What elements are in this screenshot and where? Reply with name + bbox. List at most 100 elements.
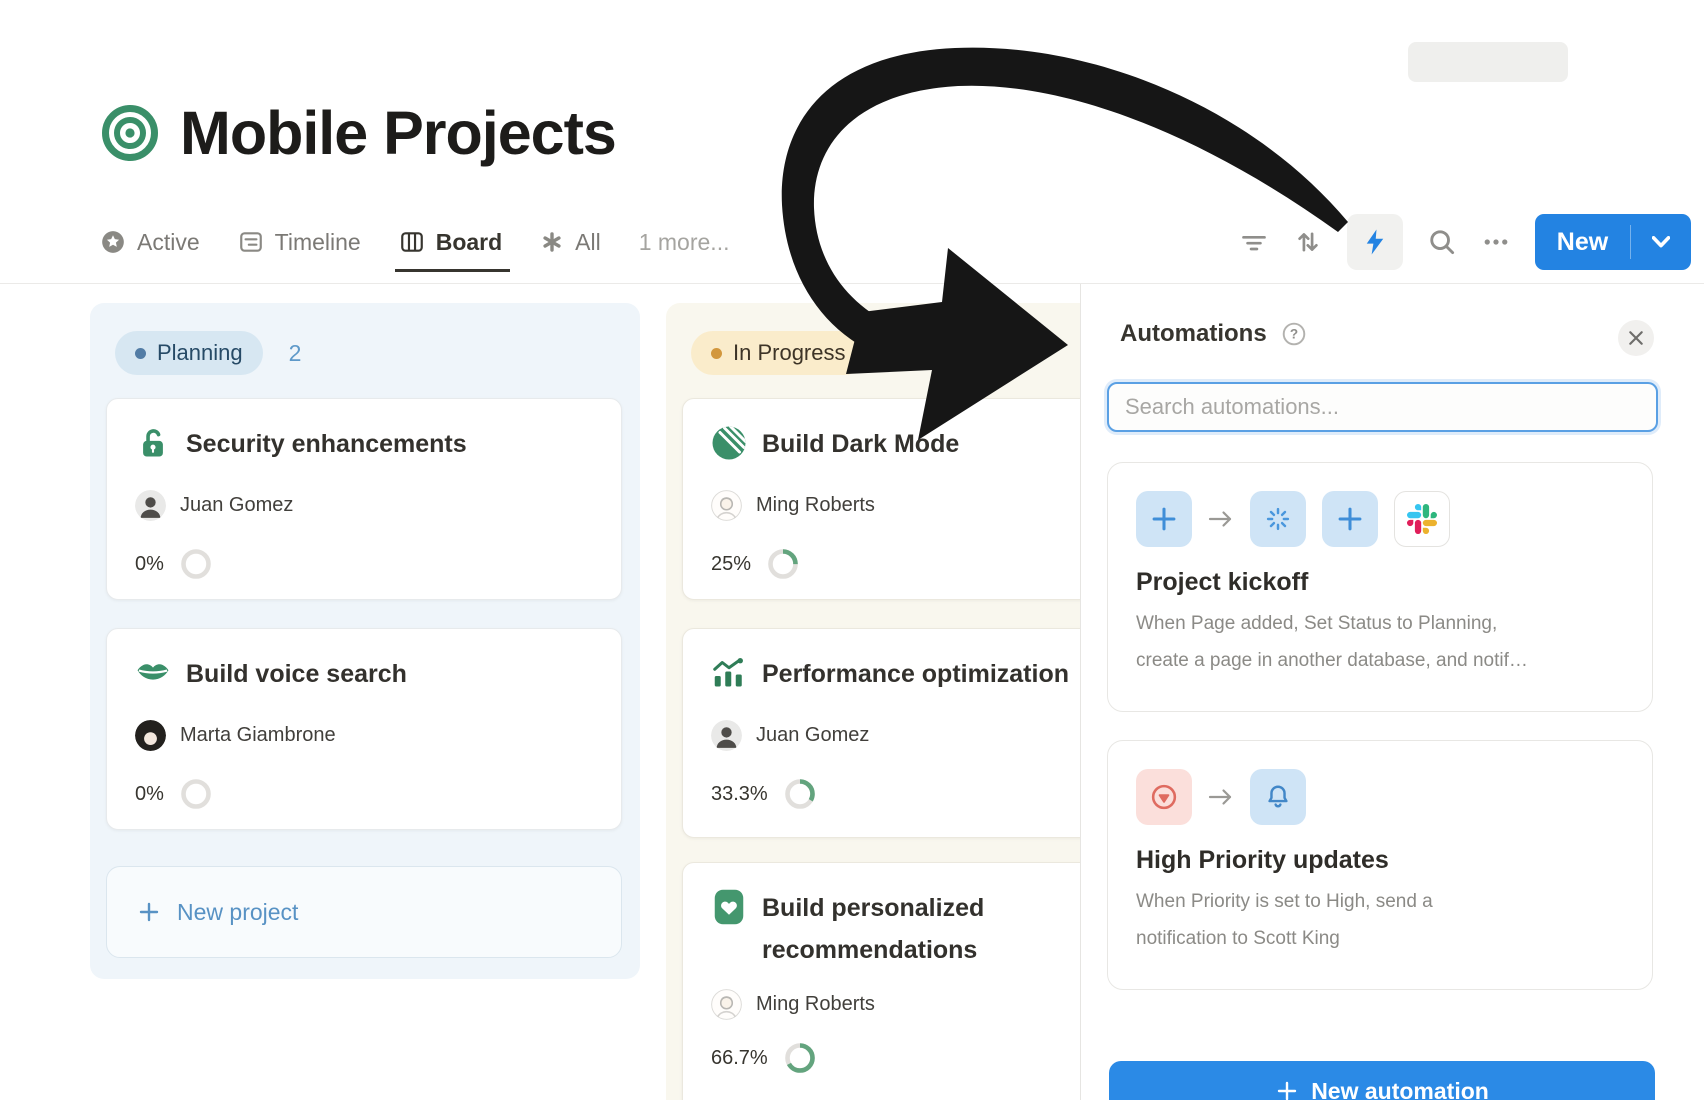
automation-card[interactable]: High Priority updates When Priority is s… xyxy=(1107,740,1653,990)
tab-label: Active xyxy=(137,229,200,256)
search-automations-input[interactable] xyxy=(1107,382,1658,432)
description-line: When Page added, Set Status to Planning, xyxy=(1136,605,1624,642)
new-button[interactable]: New xyxy=(1535,214,1691,270)
slack-icon xyxy=(1407,504,1437,534)
lightning-bolt-icon xyxy=(1360,227,1390,257)
page-title: Mobile Projects xyxy=(180,98,616,168)
heart-icon xyxy=(711,889,747,925)
card-title: Build personalized recommendations xyxy=(762,887,1080,971)
view-tabs: Active Timeline Board xyxy=(100,212,729,272)
filter-button[interactable] xyxy=(1239,227,1269,257)
notification-tile xyxy=(1250,769,1306,825)
avatar xyxy=(135,720,166,751)
view-controls: New xyxy=(1239,212,1691,272)
project-card[interactable]: Build voice search Marta Giambrone 0% xyxy=(106,628,622,830)
assignee-name: Juan Gomez xyxy=(180,494,293,517)
dark-mode-icon xyxy=(711,425,747,461)
progress-ring xyxy=(180,548,212,580)
project-card[interactable]: Build Dark Mode Ming Roberts 25% xyxy=(682,398,1080,600)
description-line: notification to Scott King xyxy=(1136,920,1624,957)
close-panel-button[interactable] xyxy=(1618,320,1654,356)
arrow-right-icon xyxy=(1208,508,1234,530)
panel-header: Automations ? xyxy=(1120,320,1307,348)
bullseye-page-icon[interactable] xyxy=(101,104,159,162)
assignee-name: Ming Roberts xyxy=(756,494,875,517)
star-circle-icon xyxy=(100,229,126,255)
automation-card[interactable]: Project kickoff When Page added, Set Sta… xyxy=(1107,462,1653,712)
add-page-tile xyxy=(1322,491,1378,547)
status-badge-planning[interactable]: Planning xyxy=(115,331,263,375)
board-columns-icon xyxy=(399,229,425,255)
priority-tile xyxy=(1136,769,1192,825)
lips-icon xyxy=(135,655,171,691)
bell-icon xyxy=(1264,783,1292,811)
progress-label: 0% xyxy=(135,783,164,806)
tab-active-view[interactable]: Active xyxy=(100,229,200,256)
status-badge-in-progress[interactable]: In Progress xyxy=(691,331,866,375)
project-card[interactable]: Performance optimization Juan Gomez 33.3… xyxy=(682,628,1080,838)
progress-ring xyxy=(180,778,212,810)
avatar xyxy=(711,490,742,521)
status-label: Planning xyxy=(157,340,243,366)
progress-ring xyxy=(767,548,799,580)
assignee-name: Juan Gomez xyxy=(756,724,869,747)
search-button[interactable] xyxy=(1427,227,1457,257)
card-title: Security enhancements xyxy=(186,423,467,465)
tab-all[interactable]: All xyxy=(540,229,601,256)
close-icon xyxy=(1628,330,1644,346)
asterisk-icon xyxy=(540,230,564,254)
tab-board[interactable]: Board xyxy=(399,229,502,256)
chevron-down-icon xyxy=(1652,236,1670,248)
assignee-name: Marta Giambrone xyxy=(180,724,336,747)
tab-label: Board xyxy=(436,229,502,256)
progress-label: 0% xyxy=(135,553,164,576)
new-project-label: New project xyxy=(177,899,298,926)
automation-title: Project kickoff xyxy=(1136,568,1624,597)
automation-title: High Priority updates xyxy=(1136,846,1624,875)
tab-label: Timeline xyxy=(275,229,361,256)
tab-timeline[interactable]: Timeline xyxy=(238,229,361,256)
app-window: Mobile Projects Active Timeline B xyxy=(0,0,1704,1100)
plus-icon xyxy=(1150,505,1178,533)
assignee-name: Ming Roberts xyxy=(756,993,875,1016)
column-inprogress-clip: In Progress Build Dark Mode xyxy=(666,303,1080,1100)
status-spinner-icon xyxy=(1264,505,1292,533)
timeline-icon xyxy=(238,229,264,255)
new-automation-button[interactable]: New automation xyxy=(1109,1061,1655,1100)
status-dot xyxy=(135,348,146,359)
status-dot xyxy=(711,348,722,359)
column-in-progress: In Progress Build Dark Mode xyxy=(666,303,1080,1100)
new-button-label: New xyxy=(1535,228,1630,257)
avatar xyxy=(135,490,166,521)
search-icon xyxy=(1427,227,1457,257)
column-count: 2 xyxy=(289,340,302,367)
automation-description: When Priority is set to High, send a not… xyxy=(1136,883,1624,957)
new-dropdown-button[interactable] xyxy=(1631,236,1691,248)
plus-icon xyxy=(1275,1079,1299,1100)
lock-icon xyxy=(135,425,171,461)
project-card[interactable]: Build personalized recommendations Ming … xyxy=(682,862,1080,1100)
column-planning: Planning 2 Security enhancements xyxy=(90,303,640,979)
progress-label: 66.7% xyxy=(711,1047,768,1070)
tabs-more-button[interactable]: 1 more... xyxy=(639,229,730,256)
slack-tile xyxy=(1394,491,1450,547)
column-header: Planning 2 xyxy=(115,331,301,375)
sort-button[interactable] xyxy=(1293,227,1323,257)
automations-button[interactable] xyxy=(1347,214,1403,270)
faded-tooltip-remnant xyxy=(1408,42,1568,82)
status-label: In Progress xyxy=(733,340,846,366)
automation-description: When Page added, Set Status to Planning,… xyxy=(1136,605,1624,679)
description-line: create a page in another database, and n… xyxy=(1136,642,1624,679)
automations-panel: Automations ? xyxy=(1080,284,1704,1100)
new-project-button[interactable]: New project xyxy=(106,866,622,958)
help-icon[interactable]: ? xyxy=(1281,321,1307,347)
progress-ring xyxy=(784,778,816,810)
progress-label: 33.3% xyxy=(711,783,768,806)
svg-text:?: ? xyxy=(1290,327,1298,342)
more-options-button[interactable] xyxy=(1481,227,1511,257)
panel-title: Automations xyxy=(1120,320,1267,348)
project-card[interactable]: Security enhancements Juan Gomez 0% xyxy=(106,398,622,600)
priority-icon xyxy=(1150,783,1178,811)
new-automation-label: New automation xyxy=(1311,1078,1489,1100)
description-line: When Priority is set to High, send a xyxy=(1136,883,1624,920)
